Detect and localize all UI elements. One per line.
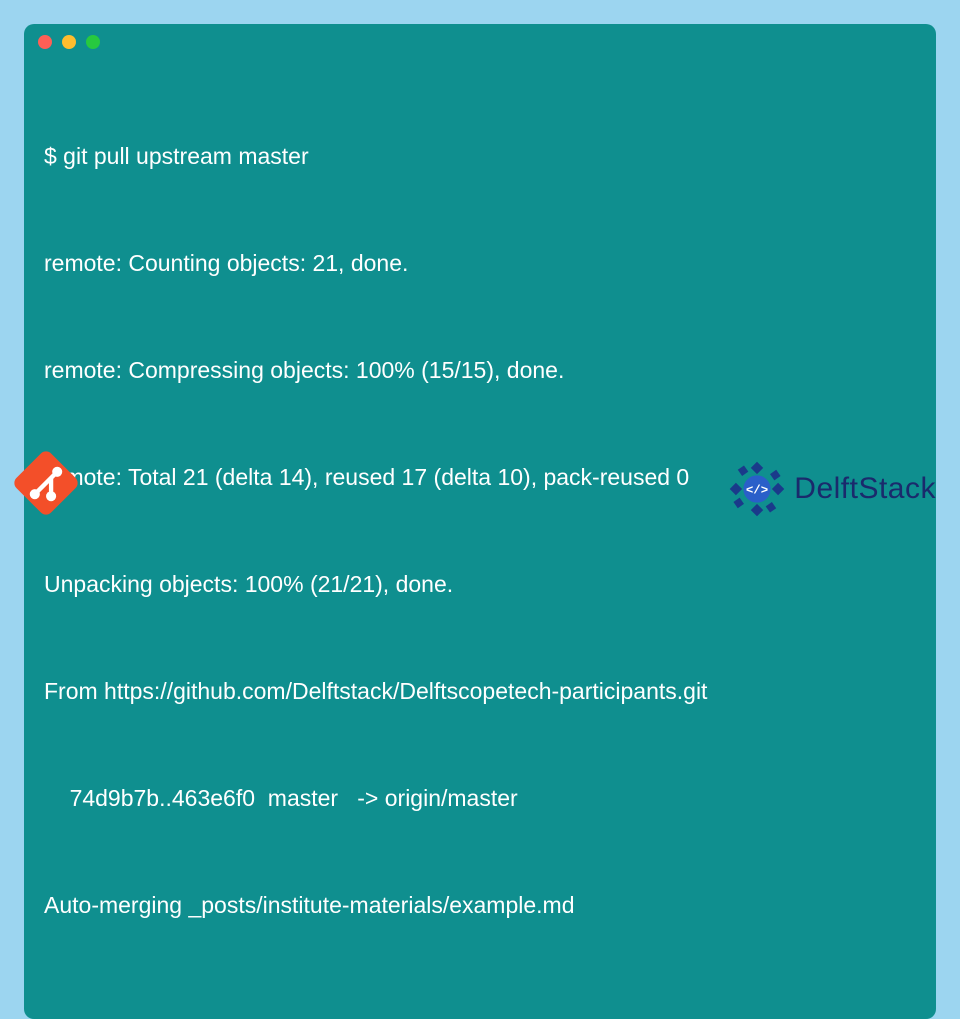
terminal-line: Unpacking objects: 100% (21/21), done. bbox=[44, 567, 916, 603]
delftstack-brand: </> DelftStack bbox=[726, 458, 936, 520]
terminal-line: $ git pull upstream master bbox=[44, 139, 916, 175]
terminal-line: From https://github.com/Delftstack/Delft… bbox=[44, 674, 916, 710]
terminal-output: $ git pull upstream master remote: Count… bbox=[24, 60, 936, 1003]
terminal-line: Auto-merging _posts/institute-materials/… bbox=[44, 888, 916, 924]
close-icon[interactable] bbox=[38, 35, 52, 49]
svg-text:</>: </> bbox=[746, 483, 768, 497]
git-logo-container bbox=[10, 447, 82, 524]
window-titlebar bbox=[24, 24, 936, 60]
maximize-icon[interactable] bbox=[86, 35, 100, 49]
minimize-icon[interactable] bbox=[62, 35, 76, 49]
terminal-line: 74d9b7b..463e6f0 master -> origin/master bbox=[44, 781, 916, 817]
git-icon bbox=[10, 447, 82, 519]
terminal-line: remote: Compressing objects: 100% (15/15… bbox=[44, 353, 916, 389]
delftstack-icon: </> bbox=[726, 458, 788, 520]
terminal-window: $ git pull upstream master remote: Count… bbox=[24, 24, 936, 1019]
terminal-line: remote: Counting objects: 21, done. bbox=[44, 246, 916, 282]
brand-name: DelftStack bbox=[794, 472, 936, 506]
